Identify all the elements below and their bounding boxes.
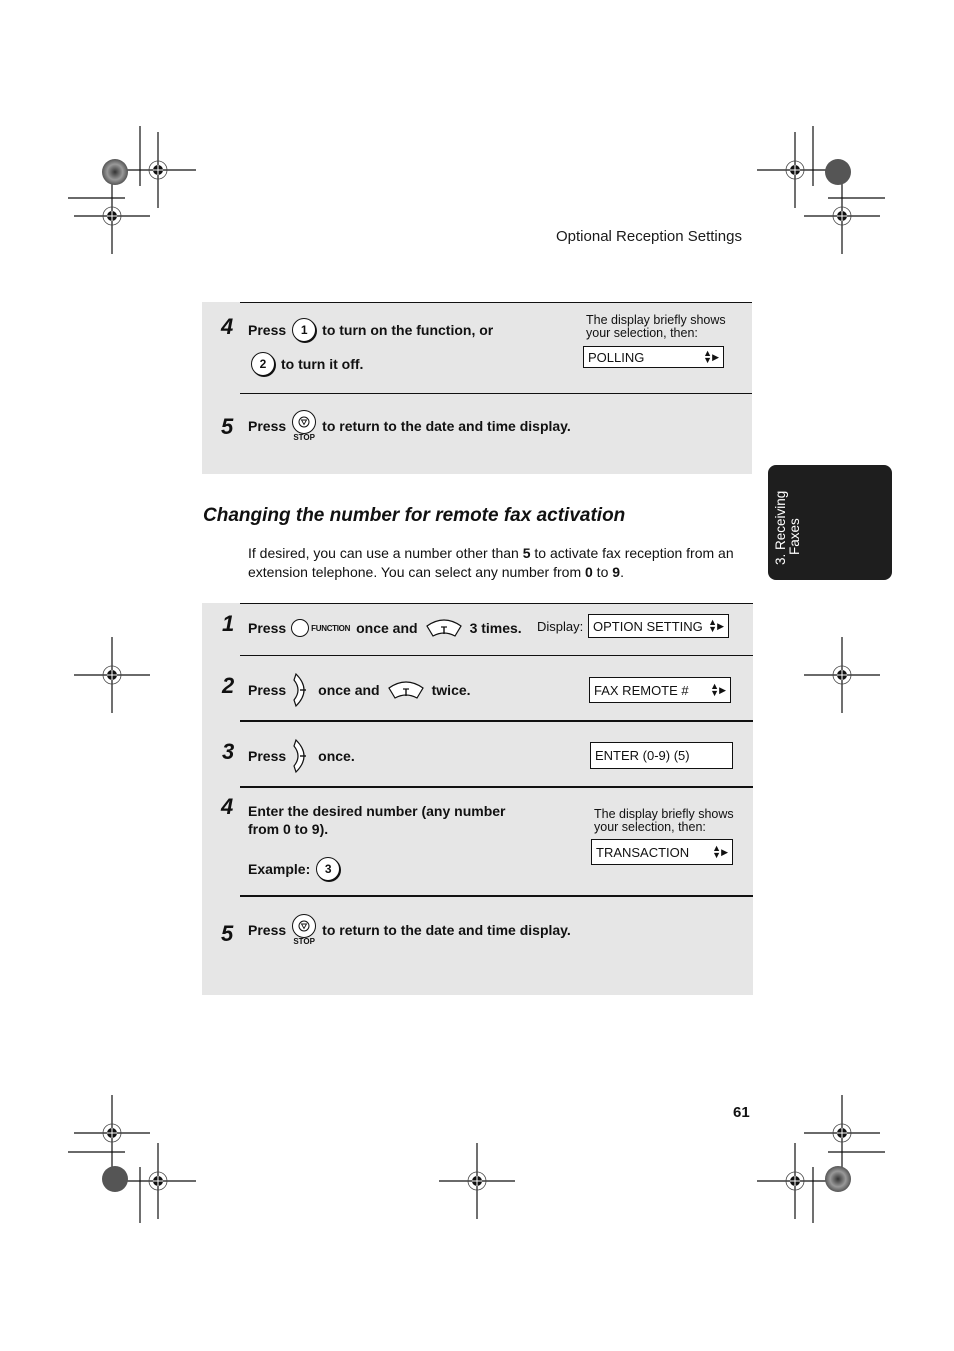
registration-mark (73, 177, 151, 255)
registration-mark (119, 131, 197, 209)
running-header: Optional Reception Settings (556, 228, 742, 245)
note-line: your selection, then: (586, 326, 698, 340)
lcd-text: TRANSACTION (596, 844, 690, 860)
instruction-text: 3 times. (469, 620, 522, 636)
instruction-text: once and (318, 682, 380, 698)
instruction-text: once and (356, 620, 418, 636)
divider (240, 786, 753, 788)
section-title: Changing the number for remote fax activ… (203, 505, 626, 526)
stop-label: STOP (293, 433, 315, 442)
step-number: 2 (222, 673, 235, 698)
press-label: Press (248, 418, 287, 434)
step-text: Example: 3 (248, 857, 346, 881)
page-number: 61 (733, 1104, 750, 1121)
chapter-tab[interactable]: 3. Receiving Faxes (768, 465, 892, 580)
right-arrow-key-icon (293, 672, 307, 708)
step-text: Press STOP to return to the date and tim… (248, 914, 571, 946)
display-note: The display briefly shows your selection… (594, 808, 734, 834)
press-label: Press (248, 620, 287, 636)
divider (240, 720, 753, 722)
stop-key-icon: STOP (292, 914, 317, 946)
down-arrow-key-icon (425, 619, 462, 637)
divider (240, 603, 753, 604)
right-arrow-key-icon (293, 738, 307, 774)
step-text: Press STOP to return to the date and tim… (248, 410, 571, 442)
step-number: 3 (222, 739, 235, 764)
instruction-text: to return to the date and time display. (322, 922, 571, 938)
step-number: 4 (221, 314, 234, 339)
lcd-text: OPTION SETTING (593, 618, 703, 634)
press-label: Press (248, 922, 287, 938)
step-text: 2 to turn it off. (245, 352, 363, 376)
intro-paragraph: If desired, you can use a number other t… (248, 545, 734, 580)
lcd-display: OPTION SETTING ▲ ▼ ▶ (588, 614, 729, 638)
instruction-text: twice. (431, 682, 471, 698)
step-text: Press once and twice. (248, 672, 471, 708)
stop-key-icon: STOP (292, 410, 317, 442)
up-down-arrow-icon: ▲ ▼ ▶ (712, 843, 728, 860)
example-label: Example: (248, 861, 311, 877)
step-number: 1 (222, 611, 235, 636)
instruction-text: to turn it off. (281, 356, 364, 372)
chapter-tab-label: 3. Receiving Faxes (773, 490, 802, 565)
lcd-display: FAX REMOTE # ▲ ▼ ▶ (589, 677, 731, 703)
up-down-arrow-icon: ▲ ▼ ▶ (708, 617, 724, 634)
step-text: from 0 to 9). (248, 821, 329, 837)
press-label: Press (248, 322, 287, 338)
lcd-display: POLLING ▲ ▼ ▶ (583, 346, 724, 368)
step-number: 4 (221, 794, 234, 819)
lcd-display: ENTER (0-9) (5) (590, 742, 733, 769)
step-text: Press FUNCTION once and 3 times. (248, 618, 522, 638)
lcd-display: TRANSACTION ▲ ▼ ▶ (591, 839, 733, 865)
down-arrow-key-icon (387, 681, 424, 699)
step-number: 5 (221, 414, 234, 439)
color-target (102, 159, 128, 185)
press-label: Press (248, 682, 287, 698)
instruction-text: once. (318, 748, 355, 764)
key-3-icon: 3 (316, 857, 341, 881)
lcd-text: ENTER (0-9) (5) (595, 748, 690, 763)
key-1-icon: 1 (292, 318, 317, 342)
up-down-arrow-icon: ▲ ▼ ▶ (703, 348, 719, 365)
function-label: FUNCTION (311, 623, 351, 633)
note-line: your selection, then: (594, 820, 706, 834)
press-label: Press (248, 748, 287, 764)
lcd-text: POLLING (588, 349, 645, 365)
instruction-text: to return to the date and time display. (322, 418, 571, 434)
step-number: 5 (221, 921, 234, 946)
stop-label: STOP (293, 937, 315, 946)
divider (240, 655, 753, 656)
step-text: Press 1 to turn on the function, or (248, 318, 493, 342)
instruction-text: to turn on the function, or (322, 322, 494, 338)
step-text: Press once. (248, 738, 355, 774)
divider (240, 302, 752, 303)
lcd-text: FAX REMOTE # (594, 682, 689, 698)
key-2-icon: 2 (251, 352, 275, 376)
step-text: Enter the desired number (any number (248, 803, 506, 819)
divider (240, 393, 752, 394)
up-down-arrow-icon: ▲ ▼ ▶ (710, 681, 726, 698)
function-key-icon (291, 619, 310, 637)
display-label: Display: (537, 619, 584, 634)
divider (240, 895, 753, 897)
display-note: The display briefly shows your selection… (586, 314, 726, 340)
